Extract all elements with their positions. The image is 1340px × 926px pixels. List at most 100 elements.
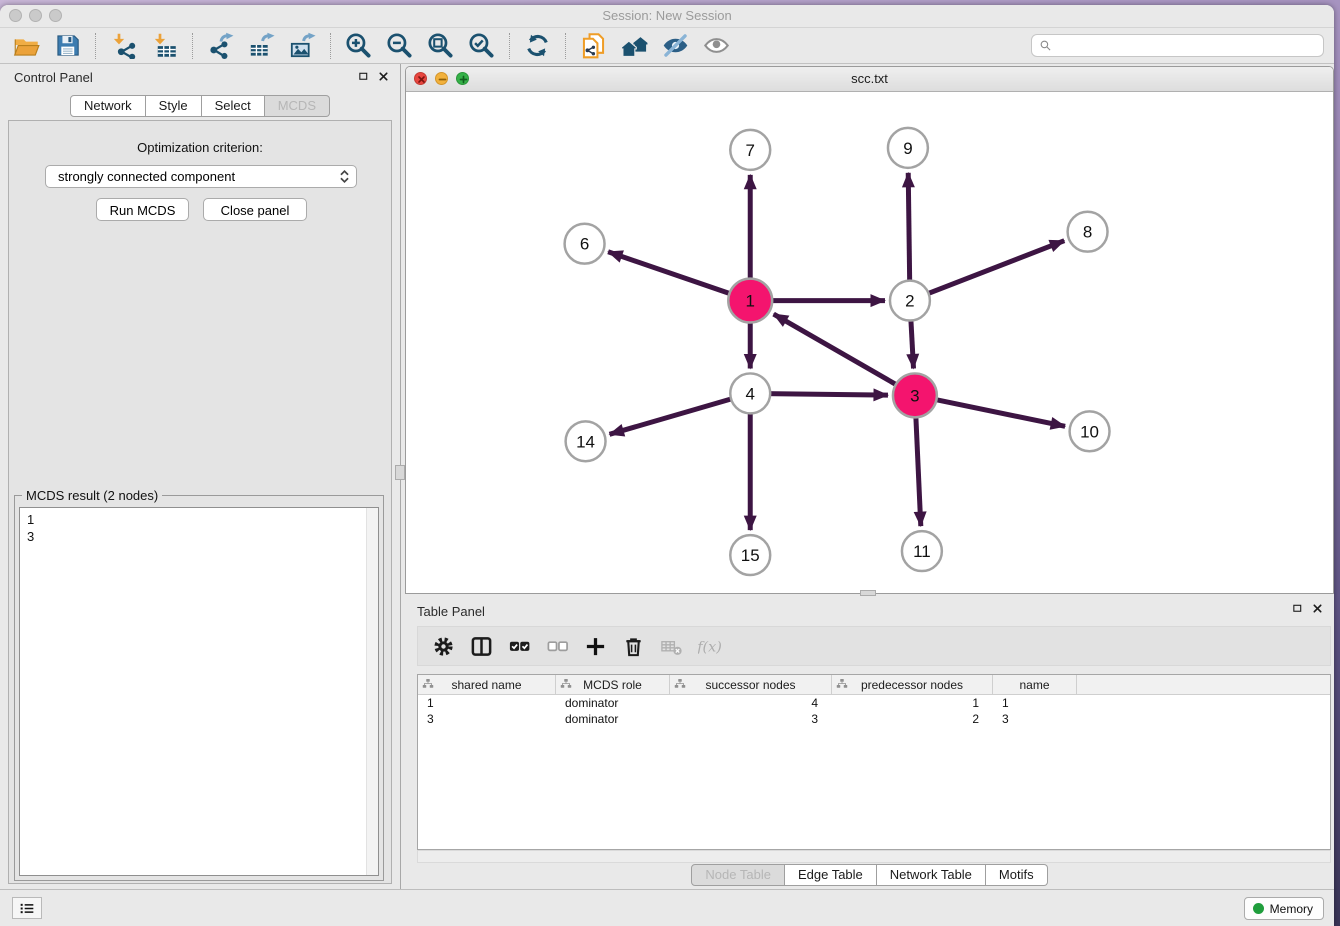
graph-node-9[interactable]: 9: [888, 128, 928, 168]
zoom-selected-button[interactable]: [461, 31, 502, 61]
table-cell[interactable]: 1: [418, 696, 556, 710]
table-cell[interactable]: 3: [418, 712, 556, 726]
hide-selected-button[interactable]: [655, 31, 696, 61]
import-table-button[interactable]: [144, 31, 185, 61]
apply-layout-button[interactable]: [517, 31, 558, 61]
export-table-button[interactable]: [241, 31, 282, 61]
column-header-successor-nodes[interactable]: successor nodes: [670, 675, 832, 694]
column-header-MCDS-role[interactable]: MCDS role: [556, 675, 670, 694]
table-row[interactable]: 1dominator411: [418, 695, 1330, 711]
select-all-button[interactable]: [500, 630, 538, 662]
graph-node-7[interactable]: 7: [730, 130, 770, 170]
graph-node-2[interactable]: 2: [890, 281, 930, 321]
graph-node-3[interactable]: 3: [893, 373, 937, 417]
import-network-button[interactable]: [103, 31, 144, 61]
network-view-titlebar[interactable]: scc.txt: [406, 67, 1333, 92]
table-cell[interactable]: dominator: [556, 696, 670, 710]
zoom-fit-button[interactable]: [420, 31, 461, 61]
first-neighbors-button[interactable]: [614, 31, 655, 61]
tab-node-table[interactable]: Node Table: [691, 864, 785, 886]
graph-node-15[interactable]: 15: [730, 535, 770, 575]
clone-network-button[interactable]: [573, 31, 614, 61]
run-mcds-button[interactable]: Run MCDS: [96, 198, 189, 221]
table-cell[interactable]: 1: [993, 696, 1077, 710]
float-panel-icon[interactable]: [1292, 603, 1303, 614]
graph-edge-2-9[interactable]: [908, 173, 909, 285]
graph-edge-3-11[interactable]: [916, 413, 921, 526]
table-cell[interactable]: dominator: [556, 712, 670, 726]
delete-table-icon: [660, 635, 683, 658]
column-header-shared-name[interactable]: shared name: [418, 675, 556, 694]
table-cell[interactable]: 3: [993, 712, 1077, 726]
memory-button[interactable]: Memory: [1244, 897, 1324, 920]
column-header-name[interactable]: name: [993, 675, 1077, 694]
table-cell[interactable]: 2: [832, 712, 993, 726]
table-horizontal-scrollbar[interactable]: [417, 850, 1331, 863]
close-window-icon[interactable]: [9, 9, 22, 22]
vertical-splitter-handle[interactable]: [395, 465, 405, 480]
network-close-icon[interactable]: [414, 72, 427, 85]
delete-row-button[interactable]: [614, 630, 652, 662]
graph-edge-3-1[interactable]: [774, 314, 900, 386]
table-row[interactable]: 3dominator323: [418, 711, 1330, 727]
graph-node-10[interactable]: 10: [1070, 411, 1110, 451]
table-cell[interactable]: 1: [832, 696, 993, 710]
graph-edge-2-8[interactable]: [925, 241, 1065, 295]
graph-node-11[interactable]: 11: [902, 531, 942, 571]
show-all-icon: [703, 32, 730, 59]
search-box[interactable]: [1031, 34, 1324, 57]
graph-node-1[interactable]: 1: [728, 279, 772, 323]
network-minimize-icon[interactable]: [435, 72, 448, 85]
float-panel-icon[interactable]: [358, 71, 369, 82]
tab-edge-table[interactable]: Edge Table: [785, 864, 877, 886]
toggle-column-button[interactable]: [462, 630, 500, 662]
export-network-button[interactable]: [200, 31, 241, 61]
settings-gear-button[interactable]: [424, 630, 462, 662]
zoom-window-icon[interactable]: [49, 9, 62, 22]
tab-motifs[interactable]: Motifs: [986, 864, 1048, 886]
close-panel-icon[interactable]: [1312, 603, 1323, 614]
graph-edge-2-3[interactable]: [911, 317, 914, 369]
graph-node-8[interactable]: 8: [1068, 212, 1108, 252]
graph-edge-1-6[interactable]: [608, 252, 733, 295]
import-table-icon: [151, 32, 178, 59]
tab-network-table[interactable]: Network Table: [877, 864, 986, 886]
open-session-icon: [13, 32, 40, 59]
toolbar-divider: [192, 33, 193, 59]
graph-edge-4-3[interactable]: [766, 394, 888, 395]
tab-select[interactable]: Select: [202, 95, 265, 117]
close-panel-button[interactable]: Close panel: [203, 198, 307, 221]
criterion-select[interactable]: strongly connected component: [45, 165, 357, 188]
show-all-button[interactable]: [696, 31, 737, 61]
automation-panel-button[interactable]: [12, 897, 42, 919]
open-session-button[interactable]: [6, 31, 47, 61]
result-scrollbar[interactable]: [366, 508, 378, 875]
save-session-button[interactable]: [47, 31, 88, 61]
graph-edge-3-10[interactable]: [932, 399, 1065, 426]
tab-style[interactable]: Style: [146, 95, 202, 117]
app-traffic-lights: [9, 9, 62, 22]
deselect-all-button[interactable]: [538, 630, 576, 662]
optimization-label: Optimization criterion:: [9, 121, 391, 155]
tab-mcds[interactable]: MCDS: [265, 95, 330, 117]
search-input[interactable]: [1056, 38, 1316, 54]
network-canvas[interactable]: 7 9 6 8 1 2 4 3 14 10 15 11: [406, 91, 1333, 593]
table-cell[interactable]: 4: [670, 696, 832, 710]
export-image-button[interactable]: [282, 31, 323, 61]
network-zoom-icon[interactable]: [456, 72, 469, 85]
close-panel-icon[interactable]: [378, 71, 389, 82]
add-row-button[interactable]: [576, 630, 614, 662]
zoom-out-button[interactable]: [379, 31, 420, 61]
app-window: Session: New Session Control Panel Netwo…: [0, 5, 1334, 926]
graph-node-4[interactable]: 4: [730, 373, 770, 413]
graph-node-6[interactable]: 6: [565, 224, 605, 264]
minimize-window-icon[interactable]: [29, 9, 42, 22]
zoom-in-button[interactable]: [338, 31, 379, 61]
mcds-result-text[interactable]: 13: [19, 507, 379, 876]
graph-edge-4-14[interactable]: [610, 398, 735, 434]
graph-node-label: 8: [1083, 223, 1092, 242]
column-header-predecessor-nodes[interactable]: predecessor nodes: [832, 675, 993, 694]
tab-network[interactable]: Network: [70, 95, 146, 117]
graph-node-14[interactable]: 14: [566, 421, 606, 461]
table-cell[interactable]: 3: [670, 712, 832, 726]
